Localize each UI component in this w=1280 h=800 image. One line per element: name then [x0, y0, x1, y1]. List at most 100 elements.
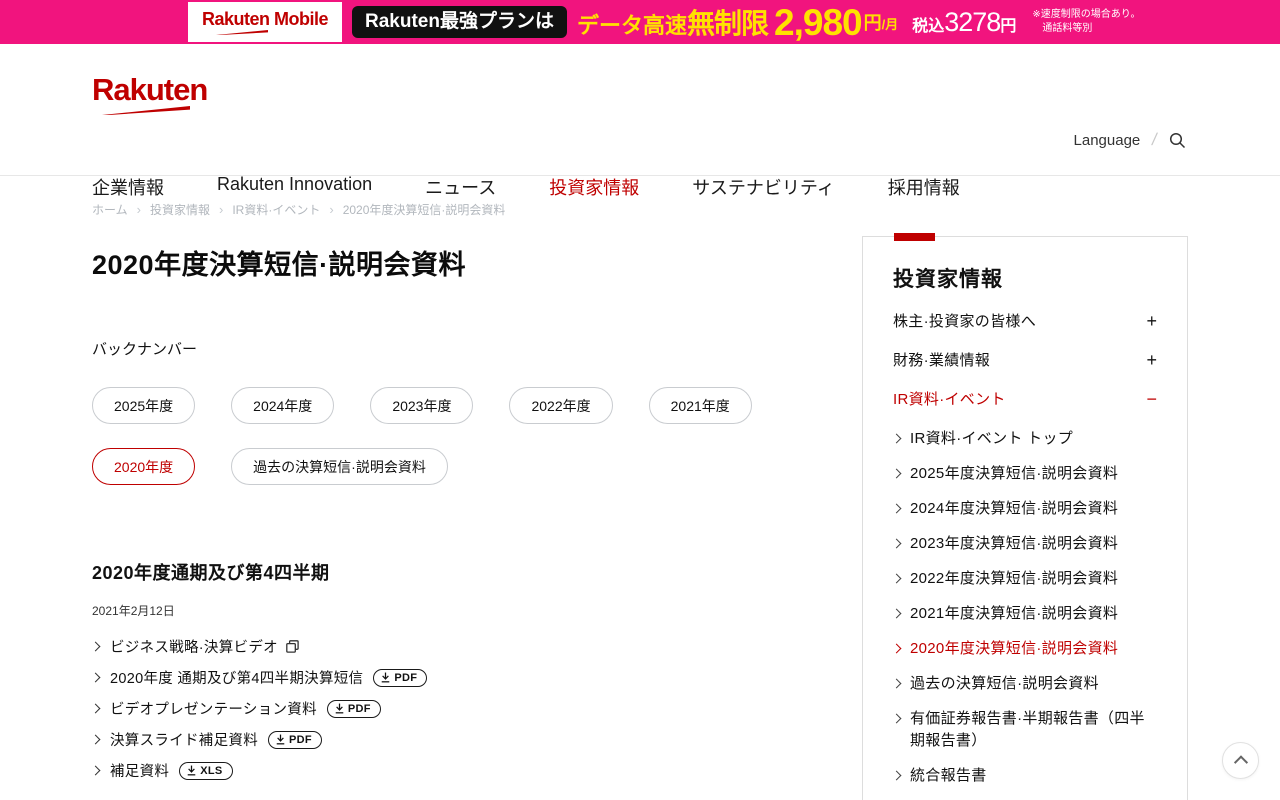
sidebar-submenu-label: 2024年度決算短信·説明会資料 — [910, 498, 1118, 520]
promo-banner[interactable]: Rakuten Mobile Rakuten最強プランは データ高速無制限 2,… — [0, 0, 1280, 44]
breadcrumb-link[interactable]: ホーム — [92, 201, 128, 218]
sidebar-submenu: IR資料·イベント トップ 2025年度決算短信·説明会資料 2024年度決算短… — [893, 428, 1157, 800]
download-badge-label: PDF — [348, 703, 371, 715]
sidebar-submenu-item[interactable]: 2024年度決算短信·説明会資料 — [893, 498, 1157, 520]
chevron-right-icon — [91, 704, 101, 714]
sidebar-submenu-item[interactable]: 2021年度決算短信·説明会資料 — [893, 603, 1157, 625]
sidebar-submenu-item[interactable]: 有価証券報告書·半期報告書（四半期報告書） — [893, 708, 1157, 752]
sidebar-title: 投資家情報 — [893, 263, 1157, 293]
chevron-right-icon — [892, 679, 902, 689]
sidebar-accent-bar — [894, 233, 935, 241]
promo-headline: データ高速無制限 — [577, 2, 768, 42]
promo-price-unit: 円/月 — [864, 9, 899, 35]
nav-item[interactable]: サステナビリティ — [692, 174, 835, 200]
sidebar-submenu-label: 2023年度決算短信·説明会資料 — [910, 533, 1118, 555]
expand-toggle-icon[interactable] — [1146, 312, 1157, 330]
sidebar-accordion-label: 株主·投資家の皆様へ — [893, 310, 1036, 331]
chevron-right-icon — [892, 504, 902, 514]
sidebar-submenu-item[interactable]: 2025年度決算短信·説明会資料 — [893, 463, 1157, 485]
nav-item[interactable]: Rakuten Innovation — [217, 174, 372, 200]
breadcrumb-item: ホーム › — [92, 201, 141, 218]
sidebar-accordion-label: IR資料·イベント — [893, 388, 1006, 409]
page-title: 2020年度決算短信·説明会資料 — [92, 243, 862, 282]
rakuten-mobile-logo-text: Rakuten Mobile — [202, 10, 328, 28]
nav-item[interactable]: 企業情報 — [92, 174, 164, 200]
nav-item[interactable]: ニュース — [425, 174, 496, 200]
sidebar-submenu-label: 過去の決算短信·説明会資料 — [910, 673, 1099, 695]
header-utility: Language / — [1074, 130, 1186, 150]
expand-toggle-icon[interactable] — [1146, 390, 1157, 408]
sidebar-submenu-item[interactable]: 統合報告書 — [893, 765, 1157, 787]
sidebar-submenu-label: 2025年度決算短信·説明会資料 — [910, 463, 1118, 485]
ir-sidebar: 投資家情報 株主·投資家の皆様へ 財務·業績情報 IR資料·イベント — [862, 236, 1188, 800]
document-link-row[interactable]: 2020年度 通期及び第4四半期決算短信 PDF — [92, 662, 862, 693]
breadcrumb-item: IR資料·イベント › — [232, 201, 333, 218]
nav-item[interactable]: 採用情報 — [888, 174, 960, 200]
chevron-right-icon — [892, 434, 902, 444]
document-link-label: 決算スライド補足資料 — [110, 729, 258, 750]
year-pill[interactable]: 2023年度 — [370, 387, 473, 424]
year-pill[interactable]: 過去の決算短信·説明会資料 — [231, 448, 448, 485]
promo-tax-price: 税込3278円 — [912, 9, 1016, 36]
document-link-label: 2020年度 通期及び第4四半期決算短信 — [110, 667, 363, 688]
download-badge[interactable]: PDF — [373, 669, 427, 687]
sidebar-submenu-item[interactable]: 2023年度決算短信·説明会資料 — [893, 533, 1157, 555]
sidebar-accordion-list: 株主·投資家の皆様へ 財務·業績情報 IR資料·イベント — [893, 301, 1157, 418]
breadcrumb-link[interactable]: 2020年度決算短信·説明会資料 — [343, 201, 506, 218]
download-badge[interactable]: XLS — [179, 762, 232, 780]
year-pill[interactable]: 2020年度 — [92, 448, 195, 485]
promo-headline-em: 無制限 — [687, 8, 768, 39]
year-pill[interactable]: 2025年度 — [92, 387, 195, 424]
download-icon — [276, 734, 285, 745]
chevron-right-icon — [892, 771, 902, 781]
download-badge[interactable]: PDF — [268, 731, 322, 749]
sidebar-accordion-row[interactable]: 株主·投資家の皆様へ — [893, 301, 1157, 340]
search-icon[interactable] — [1169, 132, 1186, 149]
expand-toggle-icon[interactable] — [1146, 351, 1157, 369]
sidebar-submenu-item[interactable]: 2020年度決算短信·説明会資料 — [893, 638, 1157, 660]
document-link-label: ビジネス戦略·決算ビデオ — [110, 636, 278, 657]
sidebar-accordion-row[interactable]: IR資料·イベント — [893, 379, 1157, 418]
chevron-right-icon — [91, 673, 101, 683]
year-filter-pills: 2025年度 2024年度 2023年度 2022年度 2021年度 2020年… — [92, 387, 872, 485]
sidebar-submenu-item[interactable]: 過去の決算短信·説明会資料 — [893, 673, 1157, 695]
backnumber-label: バックナンバー — [92, 338, 862, 359]
breadcrumb-separator-icon: › — [137, 202, 141, 217]
chevron-right-icon — [91, 642, 101, 652]
rakuten-logo-text: Rakuten — [92, 74, 207, 105]
rakuten-logo[interactable]: Rakuten — [92, 74, 207, 115]
sidebar-submenu-item[interactable]: IR資料·イベント トップ — [893, 428, 1157, 450]
year-pill[interactable]: 2022年度 — [509, 387, 612, 424]
document-link-label: ビデオプレゼンテーション資料 — [110, 698, 317, 719]
download-badge-label: PDF — [394, 672, 417, 684]
document-link-row[interactable]: 決算スライド補足資料 PDF — [92, 724, 862, 755]
download-badge-label: XLS — [200, 765, 222, 777]
breadcrumb-link[interactable]: IR資料·イベント — [232, 201, 320, 218]
sidebar-submenu-label: 2020年度決算短信·説明会資料 — [910, 638, 1118, 660]
section-heading: 2020年度通期及び第4四半期 — [92, 559, 862, 585]
document-link-row[interactable]: ビデオプレゼンテーション資料 PDF — [92, 693, 862, 724]
sidebar-accordion-row[interactable]: 財務·業績情報 — [893, 340, 1157, 379]
promo-plan-label: Rakuten最強プランは — [352, 6, 567, 39]
year-pill[interactable]: 2024年度 — [231, 387, 334, 424]
document-link-row[interactable]: 補足資料 XLS — [92, 755, 862, 786]
scroll-to-top-button[interactable] — [1222, 742, 1259, 779]
external-window-icon — [286, 640, 299, 653]
download-badge[interactable]: PDF — [327, 700, 381, 718]
download-icon — [381, 672, 390, 683]
document-list: ビジネス戦略·決算ビデオ 2020年度 通期及び第4四半期決算短信 PDF — [92, 631, 862, 786]
chevron-right-icon — [91, 766, 101, 776]
nav-item[interactable]: 投資家情報 — [549, 174, 639, 200]
download-badge-label: PDF — [289, 734, 312, 746]
year-pill[interactable]: 2021年度 — [649, 387, 752, 424]
main-content: 2020年度決算短信·説明会資料 バックナンバー 2025年度 2024年度 2… — [92, 221, 862, 786]
download-icon — [187, 765, 196, 776]
logo-swoosh-icon — [216, 30, 268, 35]
sidebar-submenu-item[interactable]: 2022年度決算短信·説明会資料 — [893, 568, 1157, 590]
document-link-row[interactable]: ビジネス戦略·決算ビデオ — [92, 631, 862, 662]
sidebar-submenu-label: 有価証券報告書·半期報告書（四半期報告書） — [910, 708, 1157, 752]
chevron-right-icon — [892, 609, 902, 619]
language-selector[interactable]: Language — [1074, 132, 1141, 149]
site-header: Rakuten Language / 企業情報 Rakuten Innovati… — [0, 44, 1280, 176]
breadcrumb-link[interactable]: 投資家情報 — [150, 201, 210, 218]
